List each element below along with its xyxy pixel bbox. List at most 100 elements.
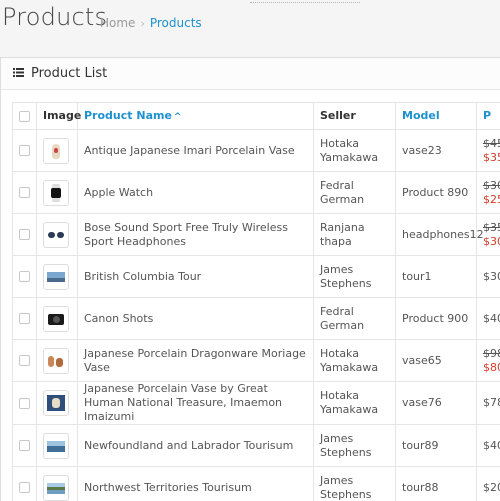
table-row[interactable]: Northwest Territories TourisumJames Step… bbox=[13, 467, 500, 501]
table-row[interactable]: Antique Japanese Imari Porcelain VaseHot… bbox=[13, 130, 500, 172]
product-image-cell bbox=[37, 425, 78, 467]
row-select-cell bbox=[13, 256, 37, 298]
table-row[interactable]: Japanese Porcelain Vase by Great Human N… bbox=[13, 382, 500, 425]
product-name: Japanese Porcelain Vase by Great Human N… bbox=[78, 382, 314, 425]
product-seller: James Stephens bbox=[314, 425, 396, 467]
old-price: $350 bbox=[483, 221, 500, 235]
product-thumbnail bbox=[43, 433, 69, 459]
column-price[interactable]: P bbox=[477, 103, 500, 130]
product-model: Product 900 bbox=[396, 298, 477, 340]
special-price: $800 bbox=[483, 361, 500, 375]
product-model: vase23 bbox=[396, 130, 477, 172]
table-row[interactable]: Apple WatchFedral GermanProduct 890$300$… bbox=[13, 172, 500, 214]
page-header: Products Home›Products bbox=[0, 0, 500, 48]
row-select-cell bbox=[13, 298, 37, 340]
product-price: $459$350 bbox=[477, 130, 500, 172]
old-price: $980 bbox=[483, 347, 500, 361]
product-seller: James Stephens bbox=[314, 256, 396, 298]
price: $300 bbox=[483, 270, 500, 284]
row-select-cell bbox=[13, 340, 37, 382]
product-price: $300$250 bbox=[477, 172, 500, 214]
row-select-cell bbox=[13, 467, 37, 501]
row-select-cell bbox=[13, 214, 37, 256]
product-name: Northwest Territories Tourisum bbox=[78, 467, 314, 501]
product-thumbnail bbox=[43, 222, 69, 248]
column-model[interactable]: Model bbox=[396, 103, 477, 130]
column-product-name[interactable]: Product Name^ bbox=[78, 103, 314, 130]
row-checkbox[interactable] bbox=[19, 271, 30, 282]
product-price: $40 bbox=[477, 298, 500, 340]
product-model: headphones12 bbox=[396, 214, 477, 256]
product-image-cell bbox=[37, 172, 78, 214]
product-thumbnail bbox=[43, 138, 69, 164]
table-row[interactable]: Canon ShotsFedral GermanProduct 900 $40 bbox=[13, 298, 500, 340]
row-checkbox[interactable] bbox=[19, 398, 30, 409]
row-checkbox[interactable] bbox=[19, 187, 30, 198]
table-row[interactable]: Bose Sound Sport Free Truly Wireless Spo… bbox=[13, 214, 500, 256]
breadcrumb: Home›Products bbox=[100, 16, 202, 30]
column-product-name-label: Product Name bbox=[84, 109, 172, 122]
product-thumbnail bbox=[43, 180, 69, 206]
product-seller: Hotaka Yamakawa bbox=[314, 382, 396, 425]
row-checkbox[interactable] bbox=[19, 355, 30, 366]
row-select-cell bbox=[13, 425, 37, 467]
product-image-cell bbox=[37, 467, 78, 501]
product-model: tour88 bbox=[396, 467, 477, 501]
product-model: vase65 bbox=[396, 340, 477, 382]
row-checkbox[interactable] bbox=[19, 145, 30, 156]
row-checkbox[interactable] bbox=[19, 313, 30, 324]
product-name: Japanese Porcelain Dragonware Moriage Va… bbox=[78, 340, 314, 382]
product-model: tour89 bbox=[396, 425, 477, 467]
table-row[interactable]: Japanese Porcelain Dragonware Moriage Va… bbox=[13, 340, 500, 382]
product-image-cell bbox=[37, 130, 78, 172]
product-thumbnail bbox=[43, 475, 69, 501]
product-table: Image Product Name^ Seller Model P Antiq… bbox=[12, 102, 500, 501]
table-row[interactable]: Newfoundland and Labrador TourisumJames … bbox=[13, 425, 500, 467]
product-model: vase76 bbox=[396, 382, 477, 425]
product-seller: Fedral German bbox=[314, 298, 396, 340]
product-thumbnail bbox=[43, 264, 69, 290]
row-checkbox[interactable] bbox=[19, 229, 30, 240]
old-price: $300 bbox=[483, 179, 500, 193]
panel-heading: Product List bbox=[1, 58, 500, 90]
product-name: Apple Watch bbox=[78, 172, 314, 214]
price: $780 bbox=[483, 396, 500, 410]
select-all-checkbox[interactable] bbox=[19, 111, 30, 122]
product-table-wrap[interactable]: Image Product Name^ Seller Model P Antiq… bbox=[12, 102, 500, 501]
product-name: Antique Japanese Imari Porcelain Vase bbox=[78, 130, 314, 172]
product-thumbnail bbox=[43, 390, 69, 416]
product-seller: Ranjana thapa bbox=[314, 214, 396, 256]
list-icon bbox=[13, 68, 24, 77]
product-seller: Hotaka Yamakawa bbox=[314, 130, 396, 172]
price: $200 bbox=[483, 481, 500, 495]
column-seller: Seller bbox=[314, 103, 396, 130]
product-model: tour1 bbox=[396, 256, 477, 298]
product-price: $200 bbox=[477, 467, 500, 501]
special-price: $300 bbox=[483, 235, 500, 249]
row-checkbox[interactable] bbox=[19, 440, 30, 451]
select-all-cell bbox=[13, 103, 37, 130]
product-name: Bose Sound Sport Free Truly Wireless Spo… bbox=[78, 214, 314, 256]
product-image-cell bbox=[37, 382, 78, 425]
product-image-cell bbox=[37, 340, 78, 382]
price: $400 bbox=[483, 439, 500, 453]
product-image-cell bbox=[37, 256, 78, 298]
product-name: Newfoundland and Labrador Tourisum bbox=[78, 425, 314, 467]
row-checkbox[interactable] bbox=[19, 482, 30, 493]
product-name: British Columbia Tour bbox=[78, 256, 314, 298]
top-divider bbox=[250, 0, 360, 3]
table-header-row: Image Product Name^ Seller Model P bbox=[13, 103, 500, 130]
breadcrumb-home[interactable]: Home bbox=[100, 16, 135, 30]
product-name: Canon Shots bbox=[78, 298, 314, 340]
sort-asc-icon: ^ bbox=[174, 112, 182, 122]
product-seller: Fedral German bbox=[314, 172, 396, 214]
table-row[interactable]: British Columbia TourJames Stephenstour1… bbox=[13, 256, 500, 298]
product-price: $780 bbox=[477, 382, 500, 425]
row-select-cell bbox=[13, 172, 37, 214]
old-price: $459 bbox=[483, 137, 500, 151]
price: $40 bbox=[483, 312, 500, 326]
breadcrumb-products[interactable]: Products bbox=[150, 16, 202, 30]
product-price: $300 bbox=[477, 256, 500, 298]
special-price: $350 bbox=[483, 151, 500, 165]
product-thumbnail bbox=[43, 348, 69, 374]
